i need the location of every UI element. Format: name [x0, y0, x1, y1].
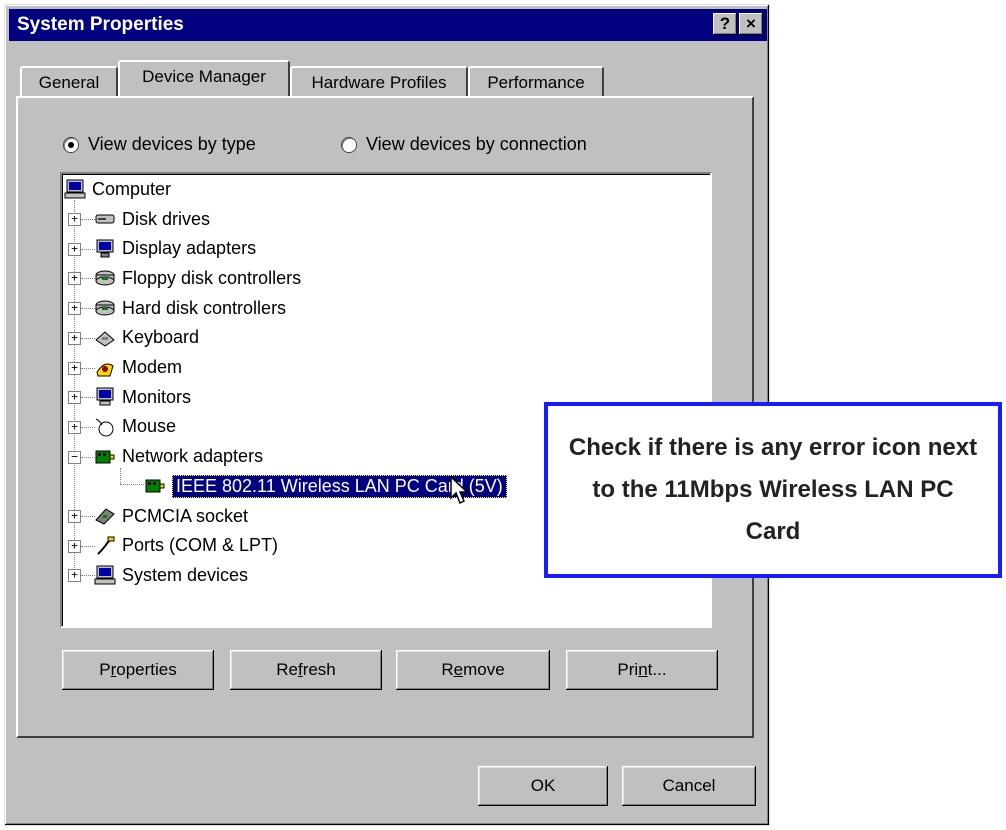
system-devices-icon [94, 565, 116, 585]
tree-connector-h [81, 219, 95, 220]
tree-expander-icon[interactable]: + [68, 510, 81, 523]
tree-item-label: PCMCIA socket [122, 505, 249, 526]
annotation-text: Check if there is any error icon next to… [568, 434, 978, 545]
monitor-icon [96, 387, 114, 406]
radio-selected-icon [64, 137, 78, 152]
tab-general-label: General [38, 73, 100, 92]
tree-connector-h [81, 397, 95, 399]
tree-item-label: System devices [122, 564, 249, 585]
computer-icon [64, 179, 86, 199]
radio-unselected-icon [342, 137, 356, 152]
pcmcia-icon [95, 508, 115, 525]
tree-item-label: Network adapters [122, 446, 264, 467]
tree-connector-h [81, 248, 95, 250]
tree-item[interactable]: Hard disk controllers [94, 295, 286, 321]
tree-child-connector-line [120, 468, 121, 484]
tree-expander-icon[interactable]: + [68, 420, 81, 434]
radio-view-by-type-label: View devices by type [88, 134, 256, 154]
mouse-icon [95, 418, 114, 437]
remove-button[interactable]: Remove [396, 650, 550, 690]
tree-root-label: Computer [92, 178, 172, 199]
print-button[interactable]: Print... [566, 650, 718, 690]
tree-item[interactable]: Modem [94, 355, 182, 381]
tree-item[interactable]: System devices [94, 562, 248, 588]
tree-item-label: Disk drives [122, 208, 211, 229]
network-adapter-icon [95, 450, 115, 464]
tree-expander-icon[interactable]: + [68, 272, 81, 286]
hard-disk-controller-icon [95, 300, 115, 316]
tree-expander-icon[interactable]: + [68, 242, 81, 256]
tree-expander-icon[interactable]: + [68, 569, 81, 583]
help-button[interactable]: ? [713, 13, 737, 35]
tree-expander-icon[interactable]: + [68, 331, 81, 345]
tree-child-connector-line-h [120, 484, 144, 485]
tree-item[interactable]: Display adapters [94, 236, 256, 262]
tree-item[interactable]: Monitors [94, 384, 191, 410]
tree-item-label: Floppy disk controllers [122, 267, 302, 288]
tree-item[interactable]: Floppy disk controllers [94, 265, 301, 291]
ok-button[interactable]: OK [478, 766, 608, 806]
title-bar[interactable]: System Properties ? × [9, 9, 767, 41]
disk-drive-icon [95, 214, 115, 224]
tree-root-computer[interactable]: Computer [64, 176, 171, 202]
tree-item-label: Mouse [122, 416, 177, 437]
tree-connector-h [81, 337, 95, 339]
modem-icon [96, 363, 114, 376]
refresh-button[interactable]: Refresh [230, 650, 382, 690]
tree-item[interactable]: Mouse [94, 414, 176, 440]
tree-item[interactable]: Ports (COM & LPT) [94, 533, 278, 559]
annotation-callout: Check if there is any error icon next to… [544, 402, 1002, 578]
display-adapter-icon [96, 239, 114, 258]
tree-expander-icon[interactable]: + [68, 302, 81, 316]
tree-item-label: Hard disk controllers [122, 297, 287, 318]
tree-item-label: Keyboard [122, 327, 200, 348]
tree-connector-h [81, 367, 95, 369]
tab-device-manager-label: Device Manager [142, 67, 266, 86]
tab-hardware-profiles[interactable]: Hardware Profiles [290, 66, 468, 96]
tree-item-label: Display adapters [122, 238, 257, 259]
tree-connector-h [81, 426, 95, 428]
tree-expander-icon[interactable]: + [68, 391, 81, 405]
floppy-controller-icon [95, 270, 115, 286]
tree-item-label: Ports (COM & LPT) [122, 535, 279, 556]
properties-button[interactable]: Properties [62, 650, 214, 690]
tab-device-manager[interactable]: Device Manager [118, 60, 290, 96]
tree-item-label: Modem [122, 357, 183, 377]
radio-view-by-type[interactable]: View devices by type [64, 134, 256, 155]
tab-hardware-profiles-label: Hardware Profiles [311, 73, 447, 92]
tree-item[interactable]: Disk drives [94, 206, 210, 232]
tree-connector-h [81, 278, 95, 280]
tab-performance-label: Performance [487, 73, 585, 92]
tree-item[interactable]: PCMCIA socket [94, 503, 248, 529]
mouse-pointer-icon [450, 475, 472, 511]
tree-connector-h [81, 456, 95, 458]
tree-expander-icon[interactable]: − [68, 450, 81, 464]
tree-expander-icon[interactable]: + [68, 213, 81, 226]
tree-item-label: Monitors [122, 386, 192, 407]
tree-expander-icon[interactable]: + [68, 539, 81, 553]
tree-connector-h [81, 308, 95, 310]
tab-performance[interactable]: Performance [468, 66, 604, 96]
tree-connector-h [81, 545, 95, 547]
tab-general[interactable]: General [20, 66, 118, 96]
window-title: System Properties [17, 14, 184, 35]
keyboard-icon [95, 331, 115, 347]
tree-expander-icon[interactable]: + [68, 361, 81, 375]
cancel-button[interactable]: Cancel [622, 766, 756, 806]
tree-item[interactable]: Network adapters [94, 444, 263, 470]
tree-connector-h [81, 575, 95, 577]
tree-item[interactable]: Keyboard [94, 325, 199, 351]
radio-view-by-connection-label: View devices by connection [366, 134, 587, 154]
close-button[interactable]: × [739, 13, 763, 35]
network-card-icon [145, 479, 165, 493]
tree-connector-h [81, 516, 95, 517]
radio-view-by-connection[interactable]: View devices by connection [342, 134, 587, 155]
port-icon [97, 536, 115, 555]
